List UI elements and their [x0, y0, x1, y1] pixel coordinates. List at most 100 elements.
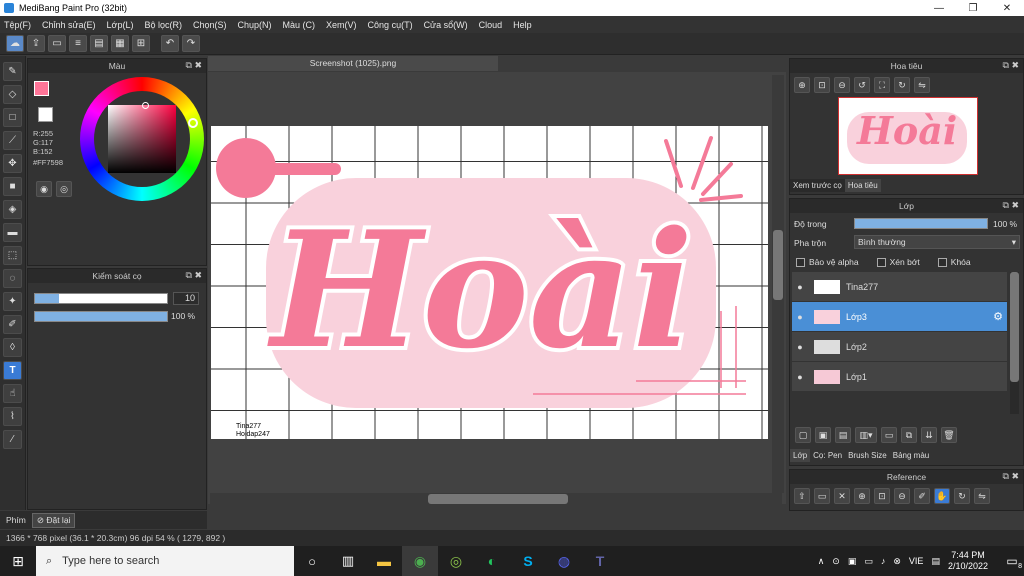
- zoom-out-icon[interactable]: ⊖: [834, 77, 850, 93]
- panel-controls-icon[interactable]: ⧉ ✖: [1003, 471, 1019, 482]
- eyedropper-icon[interactable]: ✐: [914, 488, 930, 504]
- rotate-left-icon[interactable]: ↺: [854, 77, 870, 93]
- brush-size-slider[interactable]: [34, 293, 168, 304]
- rectangle-tool-icon[interactable]: □: [3, 108, 22, 127]
- move-tool-icon[interactable]: ✥: [3, 154, 22, 173]
- brush-size-value[interactable]: 10: [173, 292, 199, 305]
- dropper-tool-icon[interactable]: ⌇: [3, 407, 22, 426]
- horizontal-scrollbar[interactable]: [210, 493, 782, 505]
- redo-icon[interactable]: ↷: [182, 35, 200, 52]
- notification-icon[interactable]: ▭ 8: [1000, 554, 1024, 570]
- new-halftone-layer-icon[interactable]: ▣: [815, 427, 831, 443]
- open-folder-icon[interactable]: ▭: [814, 488, 830, 504]
- layer-item[interactable]: ● Tina277: [792, 272, 1007, 301]
- menu-layer[interactable]: Lớp(L): [107, 20, 134, 30]
- panel-controls-icon[interactable]: ⧉ ✖: [186, 270, 202, 281]
- canvas-document[interactable]: Hoài Hoài Tina277 Hoidap247: [211, 126, 768, 439]
- brush-tool-icon[interactable]: ✎: [3, 62, 22, 81]
- discord-icon[interactable]: ◍: [546, 553, 582, 570]
- volume-icon[interactable]: ♪: [881, 556, 886, 566]
- menu-select[interactable]: Chọn(S): [193, 20, 227, 30]
- lock-checkbox[interactable]: Khóa: [937, 257, 971, 268]
- cortana-icon[interactable]: ○: [294, 554, 330, 569]
- menu-cloud[interactable]: Cloud: [479, 20, 503, 30]
- layer-item-selected[interactable]: ● Lớp3 ⚙: [792, 302, 1007, 331]
- tab-brush[interactable]: Cọ: Pen: [810, 449, 845, 462]
- panel-controls-icon[interactable]: ⧉ ✖: [1003, 200, 1019, 211]
- color-wheel[interactable]: [80, 77, 204, 201]
- zoom-fit-icon[interactable]: ⊡: [874, 488, 890, 504]
- fill-rect-tool-icon[interactable]: ■: [3, 177, 22, 196]
- magic-wand-tool-icon[interactable]: ✦: [3, 292, 22, 311]
- clipping-checkbox[interactable]: Xén bớt: [876, 257, 920, 268]
- menu-edit[interactable]: Chỉnh sửa(E): [42, 20, 96, 30]
- network-icon[interactable]: ▭: [864, 556, 873, 567]
- comment-icon[interactable]: ▭: [48, 35, 66, 52]
- eyedropper-tool-icon[interactable]: ⁄: [3, 430, 22, 449]
- menu-help[interactable]: Help: [513, 20, 532, 30]
- clock[interactable]: 7:44 PM 2/10/2022: [948, 550, 988, 572]
- rotate-icon[interactable]: ↻: [954, 488, 970, 504]
- blend-mode-select[interactable]: Bình thường ▾: [854, 235, 1020, 249]
- operation-tool-icon[interactable]: ☝: [3, 384, 22, 403]
- visibility-dot-icon[interactable]: ●: [792, 282, 808, 292]
- menu-color[interactable]: Màu (C): [283, 20, 316, 30]
- upload-icon[interactable]: ⇧: [794, 488, 810, 504]
- folder-icon[interactable]: ▭: [881, 427, 897, 443]
- layout-icon[interactable]: ▦: [111, 35, 129, 52]
- protect-alpha-checkbox[interactable]: Bảo vệ alpha: [796, 257, 859, 268]
- color-picker-handle[interactable]: [142, 102, 149, 109]
- teams-icon[interactable]: T: [582, 553, 618, 569]
- tray-chevron-icon[interactable]: ∧: [818, 556, 825, 567]
- layer-scrollbar[interactable]: [1010, 272, 1019, 414]
- hue-handle[interactable]: [188, 118, 198, 128]
- tray-keyboard-icon[interactable]: ▤: [931, 556, 940, 567]
- lasso-tool-icon[interactable]: ◌: [3, 269, 22, 288]
- tab-palette[interactable]: Bảng màu: [890, 449, 932, 462]
- tray-app-icon[interactable]: ▣: [848, 556, 857, 567]
- file-explorer-icon[interactable]: ▬: [366, 553, 402, 569]
- pen-tool-icon[interactable]: ⟋: [3, 131, 22, 150]
- select-pen-tool-icon[interactable]: ✐: [3, 315, 22, 334]
- zoom-out-icon[interactable]: ⊖: [894, 488, 910, 504]
- primary-color-swatch[interactable]: [34, 81, 49, 96]
- tab-brush-size[interactable]: Brush Size: [845, 449, 890, 462]
- menu-filter[interactable]: Bộ lọc(R): [144, 20, 182, 30]
- chat-icon[interactable]: ≡: [69, 35, 87, 52]
- new-layer-icon[interactable]: ▢: [795, 427, 811, 443]
- task-view-icon[interactable]: ▥: [330, 553, 366, 569]
- menu-window[interactable]: Cửa sổ(W): [424, 20, 468, 30]
- app-green-icon[interactable]: ◎: [438, 553, 474, 570]
- page-icon[interactable]: ▤: [90, 35, 108, 52]
- eraser-tool-icon[interactable]: ◇: [3, 85, 22, 104]
- flip-icon[interactable]: ⇋: [974, 488, 990, 504]
- tab-navigator[interactable]: Hoa tiêu: [844, 179, 881, 192]
- windows-start-icon[interactable]: ⊞: [0, 546, 36, 576]
- zoom-fit-icon[interactable]: ⊡: [814, 77, 830, 93]
- tray-close-icon[interactable]: ⊗: [893, 556, 901, 567]
- gradient-tool-icon[interactable]: ▬: [3, 223, 22, 242]
- flip-icon[interactable]: ⇋: [914, 77, 930, 93]
- skype-icon[interactable]: S: [510, 553, 546, 569]
- app-browser-icon[interactable]: ◐: [474, 553, 510, 569]
- menu-tools[interactable]: Công cụ(T): [368, 20, 413, 30]
- layer-item[interactable]: ● Lớp1: [792, 362, 1007, 391]
- tab-layer[interactable]: Lớp: [790, 449, 811, 462]
- new-8bit-layer-icon[interactable]: ▤: [835, 427, 851, 443]
- visibility-dot-icon[interactable]: ●: [792, 312, 808, 322]
- tab-shortcut[interactable]: Phím: [6, 515, 26, 525]
- document-tab[interactable]: Screenshot (1025).png: [208, 56, 498, 71]
- menu-file[interactable]: Tệp(F): [4, 20, 31, 30]
- cloud-icon[interactable]: ☁: [6, 35, 24, 52]
- zoom-in-icon[interactable]: ⊕: [794, 77, 810, 93]
- tray-icon[interactable]: ⊙: [832, 556, 840, 567]
- duplicate-layer-icon[interactable]: ⧉: [901, 427, 917, 443]
- vertical-scrollbar[interactable]: [772, 75, 784, 493]
- maximize-button[interactable]: ❐: [956, 3, 990, 14]
- saturation-square[interactable]: [108, 105, 176, 173]
- taskbar-search-box[interactable]: ⌕ Type here to search: [36, 546, 294, 576]
- select-tool-icon[interactable]: ⬚: [3, 246, 22, 265]
- palette-add-icon[interactable]: ◎: [56, 181, 72, 197]
- merge-layer-icon[interactable]: ⇊: [921, 427, 937, 443]
- language-indicator[interactable]: VIE: [909, 556, 924, 566]
